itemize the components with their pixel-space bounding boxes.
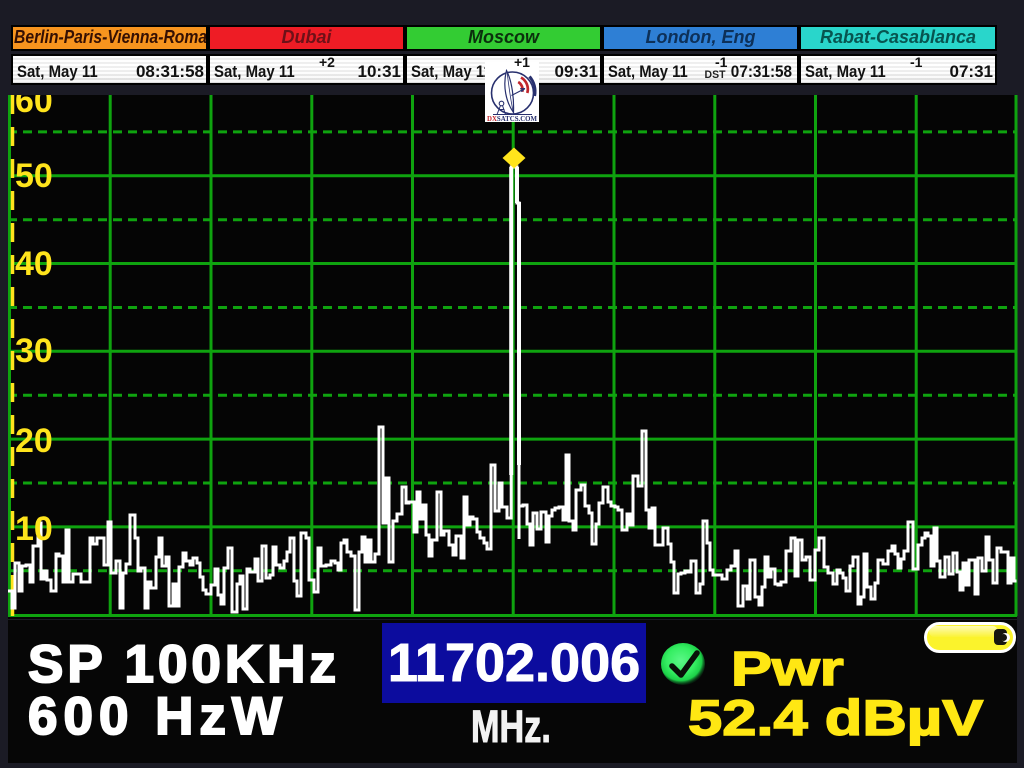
svg-text:DXSATCS.COM: DXSATCS.COM [487,115,537,122]
svg-text:30: 30 [15,332,53,370]
svg-text:60: 60 [15,95,53,120]
svg-text:50: 50 [15,157,53,195]
svg-text:40: 40 [15,245,53,283]
svg-text:10: 10 [15,510,53,548]
svg-text:20: 20 [15,422,53,460]
